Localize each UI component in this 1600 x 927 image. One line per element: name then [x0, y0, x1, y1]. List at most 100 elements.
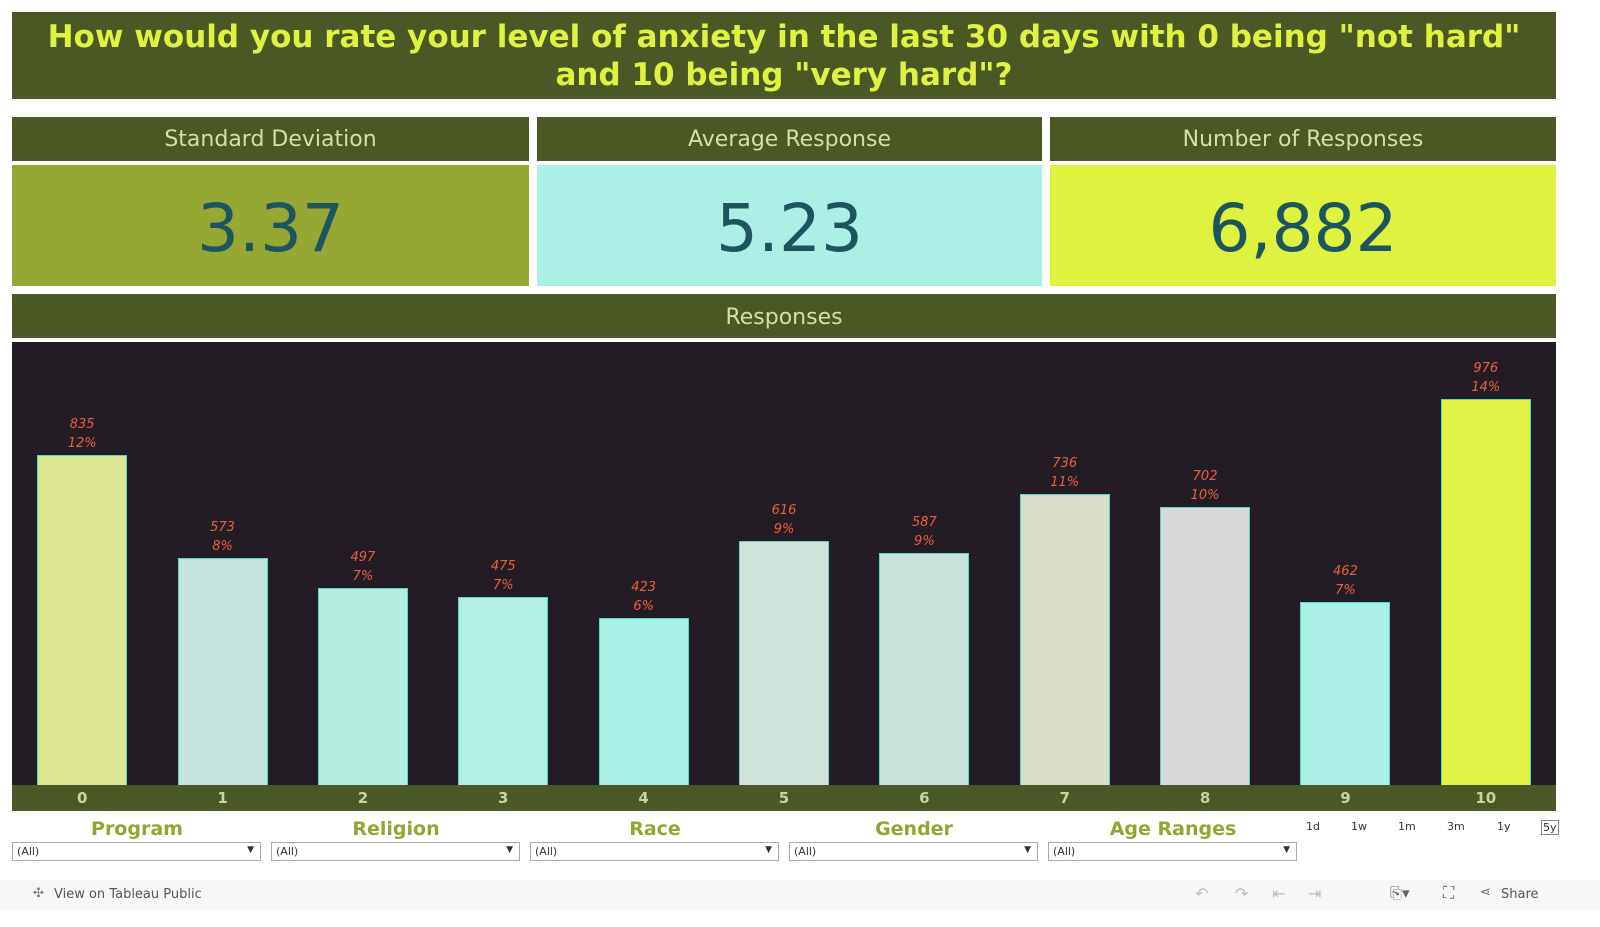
bar[interactable]	[739, 541, 829, 785]
undo-icon[interactable]: ↶	[1195, 884, 1208, 903]
download-icon[interactable]: ⎘▾	[1390, 884, 1410, 902]
range-3m[interactable]: 3m	[1447, 820, 1465, 833]
data-label: 462 7%	[1295, 562, 1395, 600]
x-tick-label: 0	[76, 789, 88, 807]
revert-icon[interactable]: ⇤	[1272, 884, 1285, 903]
value-label: 616	[771, 503, 797, 519]
redo-icon[interactable]: ↷	[1235, 884, 1248, 903]
dropdown-arrow-icon: ▼	[506, 845, 513, 855]
data-label: 702 10%	[1155, 467, 1255, 505]
filter-label: Race	[629, 818, 681, 840]
x-axis: 0 1 2 3 4 5 6 7 8 9 10	[12, 785, 1556, 811]
filter-value: (All)	[535, 845, 558, 858]
refresh-icon[interactable]: ⇥	[1308, 884, 1321, 903]
x-tick-label: 1	[217, 789, 228, 807]
kpi-count-value: 6,882	[1050, 165, 1556, 286]
filter-select[interactable]: (All) ▼	[1048, 842, 1297, 861]
kpi-avg-label: Average Response	[537, 117, 1042, 161]
filter-label: Program	[91, 818, 183, 840]
fullscreen-icon[interactable]: ⛶	[1443, 883, 1454, 903]
filter-select[interactable]: (All) ▼	[530, 842, 779, 861]
data-label: 616 9%	[734, 501, 834, 539]
percent-label: 7%	[1335, 583, 1356, 599]
filter-value: (All)	[794, 845, 817, 858]
value-label: 497	[350, 550, 376, 566]
percent-label: 9%	[773, 522, 795, 538]
percent-label: 14%	[1471, 379, 1501, 395]
percent-label: 9%	[914, 533, 935, 549]
percent-label: 7%	[352, 569, 374, 585]
bar[interactable]	[37, 454, 128, 785]
data-label: 736 11%	[1015, 454, 1115, 492]
percent-label: 11%	[1050, 474, 1080, 490]
x-tick-label: 7	[1059, 789, 1070, 807]
bar[interactable]	[1160, 507, 1251, 785]
bar[interactable]	[598, 617, 689, 785]
data-label: 423 6%	[594, 578, 694, 616]
percent-label: 8%	[212, 539, 233, 555]
toolbar: ✣ View on Tableau Public ↶ ↷ ⇤ ⇥ ⎘▾ ⛶ ⋖ …	[0, 880, 1600, 910]
filter-age-ranges[interactable]: Age Ranges (All) ▼	[1048, 818, 1298, 861]
chart-title: Responses	[12, 294, 1556, 338]
percent-label: 10%	[1190, 488, 1220, 504]
range-5y[interactable]: 5y	[1541, 820, 1559, 835]
filter-select[interactable]: (All) ▼	[789, 842, 1038, 861]
bar[interactable]	[1440, 398, 1531, 785]
data-label: 475 7%	[453, 557, 553, 595]
filter-label: Age Ranges	[1109, 818, 1237, 840]
filter-value: (All)	[17, 845, 40, 858]
dropdown-arrow-icon: ▼	[247, 845, 254, 855]
range-1y[interactable]: 1y	[1497, 820, 1511, 833]
filter-race[interactable]: Race (All) ▼	[530, 818, 780, 861]
x-tick-label: 2	[357, 789, 369, 807]
bar[interactable]	[1300, 602, 1391, 785]
page-title: How would you rate your level of anxiety…	[12, 12, 1556, 99]
bar[interactable]	[317, 588, 408, 785]
bar-chart: 835 12% 573 8% 497 7% 475 7% 423 6% 616 9% 587 9% 736 1…	[12, 342, 1556, 785]
filter-value: (All)	[1053, 845, 1076, 858]
filter-religion[interactable]: Religion (All) ▼	[271, 818, 521, 861]
data-label: 497 7%	[313, 548, 413, 586]
filter-select[interactable]: (All) ▼	[271, 842, 520, 861]
value-label: 587	[911, 514, 937, 530]
value-label: 736	[1052, 455, 1078, 471]
data-label: 976 14%	[1436, 359, 1536, 397]
share-icon[interactable]: ⋖	[1480, 885, 1491, 900]
x-tick-label: 3	[498, 789, 509, 807]
data-label: 835 12%	[32, 415, 132, 453]
value-label: 423	[631, 579, 657, 595]
percent-label: 6%	[633, 598, 654, 614]
filter-select[interactable]: (All) ▼	[12, 842, 261, 861]
x-tick-label: 6	[919, 789, 930, 807]
x-tick-label: 5	[778, 789, 790, 807]
percent-label: 7%	[492, 578, 514, 594]
value-label: 475	[490, 559, 516, 575]
bar[interactable]	[1019, 493, 1110, 785]
value-label: 835	[69, 416, 95, 432]
value-label: 976	[1473, 360, 1499, 376]
x-tick-label: 4	[638, 789, 649, 807]
value-label: 573	[210, 520, 235, 536]
dropdown-arrow-icon: ▼	[765, 845, 772, 855]
percent-label: 12%	[67, 435, 97, 451]
dropdown-arrow-icon: ▼	[1024, 845, 1031, 855]
data-label: 573 8%	[173, 518, 273, 556]
bar[interactable]	[458, 597, 549, 785]
bar[interactable]	[879, 552, 970, 785]
filter-value: (All)	[276, 845, 299, 858]
tableau-icon: ✣	[33, 886, 44, 901]
range-1w[interactable]: 1w	[1351, 820, 1367, 833]
kpi-count-label: Number of Responses	[1050, 117, 1556, 161]
kpi-std-label: Standard Deviation	[12, 117, 529, 161]
share-button[interactable]: Share	[1501, 887, 1539, 902]
range-1m[interactable]: 1m	[1398, 820, 1416, 833]
bar[interactable]	[177, 558, 268, 785]
range-1d[interactable]: 1d	[1306, 820, 1320, 833]
kpi-std-value: 3.37	[12, 165, 529, 286]
filter-program[interactable]: Program (All) ▼	[12, 818, 262, 861]
dropdown-arrow-icon: ▼	[1283, 845, 1290, 855]
kpi-avg-value: 5.23	[537, 165, 1042, 286]
filter-gender[interactable]: Gender (All) ▼	[789, 818, 1039, 861]
view-on-tableau-link[interactable]: View on Tableau Public	[54, 887, 202, 902]
value-label: 702	[1192, 469, 1218, 485]
